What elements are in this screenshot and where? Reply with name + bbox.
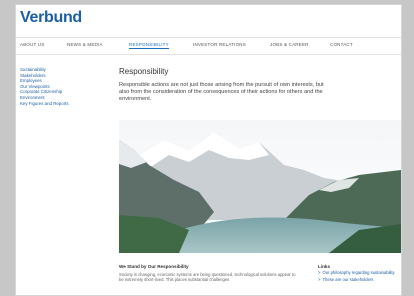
intro-text: Responsible actions are not just those a… bbox=[119, 82, 324, 103]
section-title: We Stand by Our Responsibility bbox=[119, 264, 189, 269]
nav-item-about-us[interactable]: About us bbox=[20, 42, 45, 47]
nav-item-investor-relations[interactable]: Investor Relations bbox=[193, 42, 246, 47]
responsibility-section: We Stand by Our Responsibility Society i… bbox=[119, 264, 299, 283]
arrow-right-icon: > bbox=[318, 276, 321, 282]
verbund-logo[interactable]: Verbund bbox=[20, 9, 82, 27]
page-title: Responsibility bbox=[119, 67, 169, 76]
sidebar-item-key-figures[interactable]: Key Figures and Reports bbox=[20, 101, 105, 107]
links-box: Links > Our philosophy regarding sustaina… bbox=[318, 264, 401, 283]
link-sustainability-philosophy[interactable]: > Our philosophy regarding sustainability bbox=[318, 270, 401, 276]
nav-item-news-media[interactable]: News & Media bbox=[67, 42, 103, 47]
sidebar: Sustainability Stakeholders Employees Ou… bbox=[20, 67, 105, 106]
link-label: These are our stakeholders bbox=[322, 276, 374, 282]
mountain-lake-image bbox=[119, 120, 401, 253]
main-navigation: About us News & Media Responsibility Inv… bbox=[16, 37, 401, 55]
links-title: Links bbox=[318, 264, 330, 269]
nav-item-responsibility[interactable]: Responsibility bbox=[129, 42, 169, 49]
section-body-text: Society is changing, economic systems ar… bbox=[119, 272, 296, 283]
link-label: Our philosophy regarding sustainability bbox=[322, 270, 395, 275]
web-page: Verbund About us News & Media Responsibi… bbox=[15, 4, 402, 296]
link-stakeholders[interactable]: > These are our stakeholders bbox=[318, 277, 401, 283]
arrow-right-icon: > bbox=[318, 270, 321, 275]
nav-item-contact[interactable]: Contact bbox=[330, 42, 353, 47]
nav-item-jobs-career[interactable]: Jobs & Career bbox=[270, 42, 309, 47]
